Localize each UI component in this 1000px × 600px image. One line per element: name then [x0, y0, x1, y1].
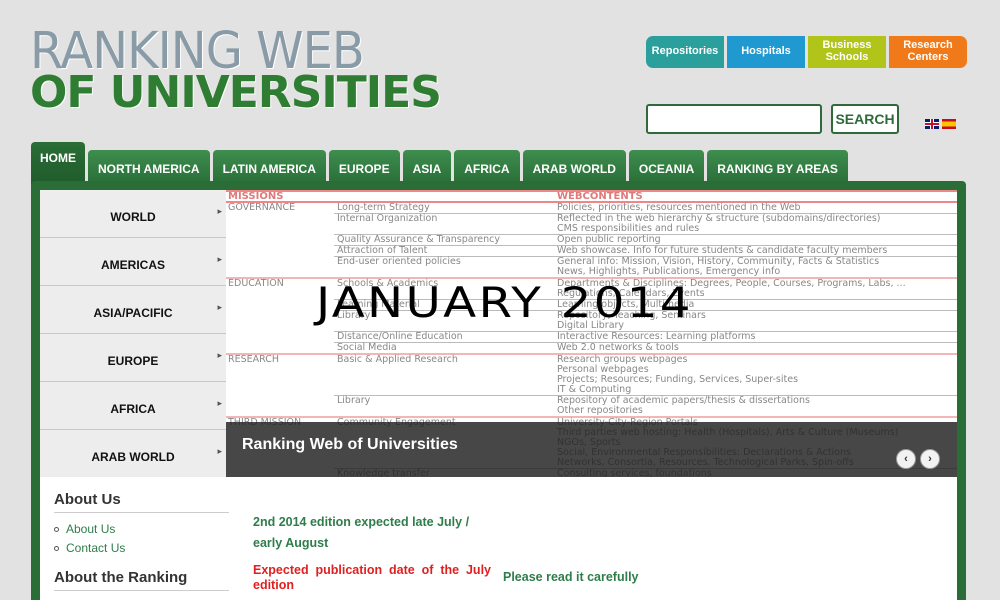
bullet-icon: [54, 526, 59, 532]
contact-us-link[interactable]: Contact Us: [66, 541, 125, 555]
area-cell: End-user oriented policies: [337, 256, 461, 267]
about-ranking-heading: About the Ranking: [54, 569, 188, 586]
content-cell: CMS responsibilities and rules: [557, 223, 700, 234]
slider-prev-button[interactable]: ‹: [896, 449, 916, 469]
content-cell: Web 2.0 networks & tools: [557, 342, 679, 353]
about-us-links: About Us Contact Us: [54, 522, 125, 560]
content-cell: Web showcase. Info for future students &…: [557, 245, 888, 256]
table-row: News, Highlights, Publications, Emergenc…: [226, 267, 957, 277]
logo-line-1: RANKING WEB: [30, 21, 365, 81]
read-notice: Please read it carefully: [503, 570, 639, 584]
chevron-right-icon: ▸: [217, 350, 222, 360]
region-item-label: ARAB WORLD: [91, 450, 175, 464]
content-cell: News, Highlights, Publications, Emergenc…: [557, 266, 781, 277]
chevron-right-icon: ▸: [217, 398, 222, 408]
region-item-label: WORLD: [110, 209, 156, 224]
slide-caption-bar: Ranking Web of Universities: [226, 422, 957, 477]
area-cell: Internal Organization: [337, 213, 438, 224]
mission-cell: EDUCATION: [228, 278, 284, 289]
edition-notice: 2nd 2014 edition expected late July / ea…: [253, 515, 470, 550]
chevron-right-icon: ▸: [217, 302, 222, 312]
language-selector: [925, 119, 956, 129]
about-us-heading: About Us: [54, 491, 121, 508]
region-item-label: EUROPE: [107, 353, 159, 368]
slide-caption: Ranking Web of Universities: [242, 436, 458, 453]
divider: [54, 590, 229, 591]
slide-title: JANUARY 2014: [316, 278, 693, 327]
spanish-flag-icon[interactable]: [942, 119, 956, 129]
table-row: CMS responsibilities and rules: [226, 224, 957, 234]
table-row: Other repositories: [226, 406, 957, 416]
webcontents-header: WEBCONTENTS: [557, 191, 643, 202]
region-menu: WORLD ▸ AMERICAS ▸ ASIA/PACIFIC ▸ EUROPE ▸ A…: [40, 190, 226, 477]
content-cell: Open public reporting: [557, 234, 661, 245]
region-item-arab-world[interactable]: ARAB WORLD ▸: [40, 430, 226, 478]
chevron-right-icon: ▸: [217, 254, 222, 264]
research-centers-link[interactable]: Research Centers: [889, 36, 967, 68]
region-item-world[interactable]: WORLD ▸: [40, 190, 226, 238]
area-cell: Quality Assurance & Transparency: [337, 234, 501, 245]
search-input[interactable]: [646, 104, 822, 134]
table-row: GOVERNANCE Long-term Strategy Policies, pr…: [226, 203, 957, 213]
list-item: Contact Us: [54, 541, 125, 555]
chevron-right-icon: ▸: [217, 446, 222, 456]
region-item-africa[interactable]: AFRICA ▸: [40, 382, 226, 430]
divider: [54, 512, 229, 513]
repositories-link[interactable]: Repositories: [646, 36, 724, 68]
business-schools-link[interactable]: Business Schools: [808, 36, 886, 68]
missions-header: MISSIONS: [228, 191, 284, 202]
content-cell: IT & Computing: [557, 384, 632, 395]
table-row: Distance/Online Education Interactive Res…: [226, 332, 957, 342]
table-row: Quality Assurance & Transparency Open pub…: [226, 235, 957, 245]
mission-cell: RESEARCH: [228, 354, 280, 365]
content-cell: Other repositories: [557, 405, 643, 416]
featured-slider[interactable]: MISSIONS WEBCONTENTS GOVERNANCE Long-term…: [226, 190, 957, 477]
area-cell: Social Media: [337, 342, 397, 353]
table-row: Attraction of Talent Web showcase. Info f…: [226, 246, 957, 256]
english-flag-icon[interactable]: [925, 119, 939, 129]
table-row: IT & Computing: [226, 385, 957, 395]
table-row: Social Media Web 2.0 networks & tools: [226, 343, 957, 353]
publication-notice: Expected publication date of the July ed…: [253, 563, 491, 592]
region-item-label: AMERICAS: [100, 257, 165, 272]
region-item-asia-pacific[interactable]: ASIA/PACIFIC ▸: [40, 286, 226, 334]
search-button[interactable]: SEARCH: [831, 104, 899, 134]
area-cell: Library: [337, 395, 371, 406]
bullet-icon: [54, 545, 59, 551]
content-cell: Policies, priorities, resources mentione…: [557, 202, 801, 213]
search-bar: SEARCH: [646, 104, 899, 134]
region-item-americas[interactable]: AMERICAS ▸: [40, 238, 226, 286]
slider-next-button[interactable]: ›: [920, 449, 940, 469]
hospitals-link[interactable]: Hospitals: [727, 36, 805, 68]
about-us-link[interactable]: About Us: [66, 522, 115, 536]
area-cell: Distance/Online Education: [337, 331, 463, 342]
list-item: About Us: [54, 522, 125, 536]
content-cell: Interactive Resources: Learning platform…: [557, 331, 756, 342]
mission-cell: GOVERNANCE: [228, 202, 296, 213]
area-cell: Basic & Applied Research: [337, 354, 458, 365]
area-cell: Attraction of Talent: [337, 245, 428, 256]
area-cell: Long-term Strategy: [337, 202, 430, 213]
region-item-europe[interactable]: EUROPE ▸: [40, 334, 226, 382]
site-logo[interactable]: RANKING WEB OF UNIVERSITIES: [30, 21, 442, 115]
region-item-label: AFRICA: [110, 401, 156, 416]
region-item-label: ASIA/PACIFIC: [93, 305, 173, 320]
chevron-right-icon: ▸: [217, 206, 222, 216]
portal-links: Repositories Hospitals Business Schools …: [646, 36, 967, 68]
